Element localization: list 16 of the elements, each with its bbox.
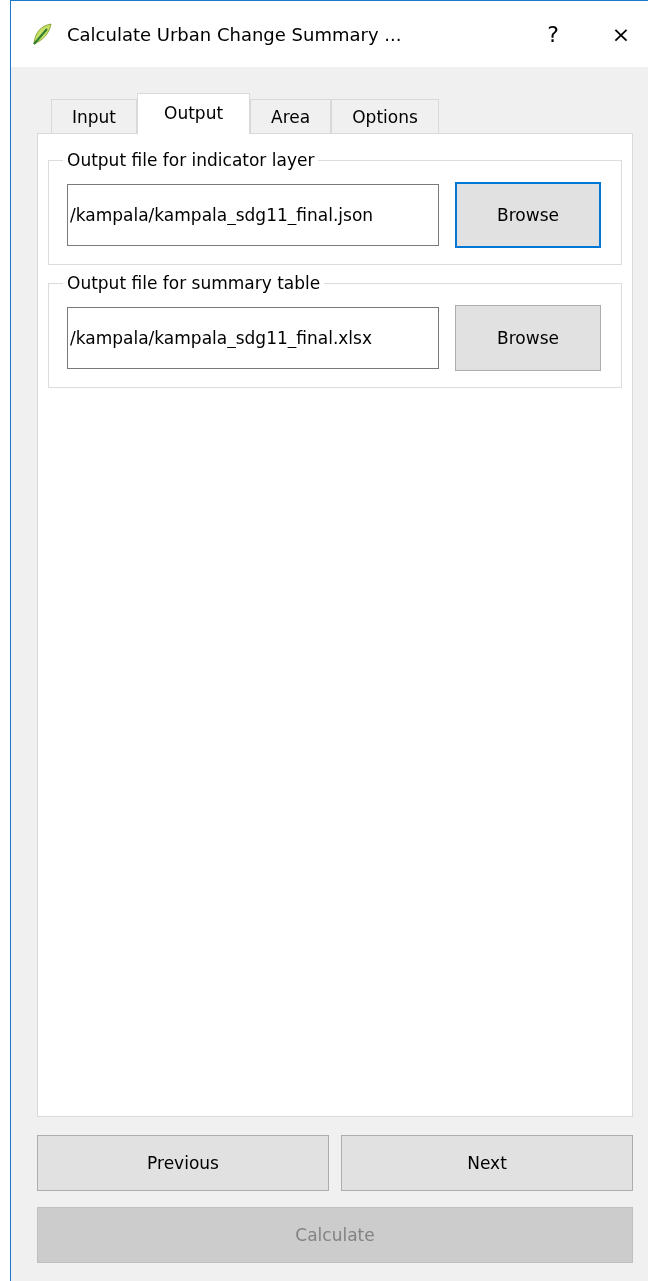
next-button[interactable]: Next: [341, 1135, 633, 1191]
tab[interactable]: Output: [137, 93, 251, 134]
file-path-field[interactable]: /kampala/kampala_sdg11_final.json: [67, 184, 439, 246]
close-button[interactable]: ×: [594, 12, 648, 56]
tab[interactable]: Options: [331, 99, 439, 133]
group-title: Output file for indicator layer: [66, 150, 316, 170]
group-title: Output file for summary table: [66, 273, 322, 293]
tab[interactable]: Area: [250, 99, 332, 133]
help-button[interactable]: ?: [526, 12, 580, 56]
leaf-logo-icon: [31, 22, 53, 46]
window-title: Calculate Urban Change Summary ...: [67, 23, 403, 45]
tab[interactable]: Input: [51, 99, 138, 133]
browse-button[interactable]: Browse: [455, 305, 601, 371]
browse-button[interactable]: Browse: [455, 182, 601, 248]
previous-button[interactable]: Previous: [37, 1135, 329, 1191]
file-path-field[interactable]: /kampala/kampala_sdg11_final.xlsx: [67, 307, 439, 369]
